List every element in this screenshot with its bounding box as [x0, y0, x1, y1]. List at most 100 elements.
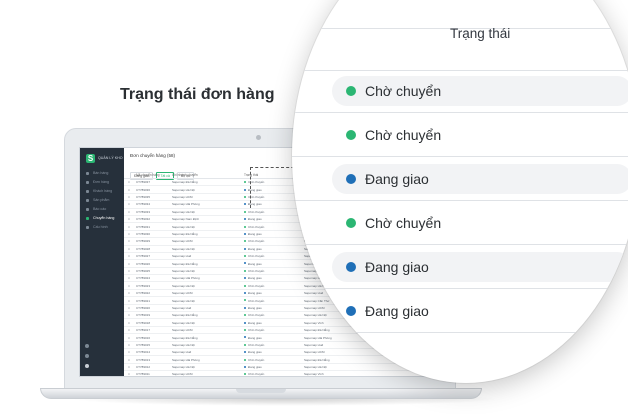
status-dot-icon: [244, 188, 246, 191]
row-code: CT789021: [136, 298, 151, 303]
row-status: Đang giao: [248, 335, 262, 340]
row-checkbox[interactable]: □: [128, 210, 130, 214]
row-checkbox[interactable]: □: [128, 232, 130, 236]
avatar[interactable]: [85, 364, 89, 368]
row-checkbox[interactable]: □: [128, 321, 130, 325]
lens-divider: [292, 112, 628, 113]
lens-divider: [292, 200, 628, 201]
lens-status-row[interactable]: Chờ chuyển: [332, 76, 628, 106]
row-checkbox[interactable]: □: [128, 225, 130, 229]
sidebar-item[interactable]: Đơn hàng: [84, 179, 122, 186]
status-dot-icon: [346, 86, 356, 96]
sidebar-item[interactable]: Sản phẩm: [84, 197, 122, 204]
row-from: Sapomap Nam Định: [172, 217, 200, 222]
status-label: Chờ chuyển: [365, 215, 442, 231]
headline: Trạng thái đơn hàng: [120, 86, 275, 103]
row-from: Sapomap HCM: [172, 372, 193, 377]
row-from: Sapomap HCM: [172, 328, 193, 333]
sidebar-item[interactable]: Bán hàng: [84, 170, 122, 177]
row-code: CT789023: [136, 283, 151, 288]
row-from: Sapomap HCM: [172, 195, 193, 200]
lens-status-row[interactable]: Chờ chuyển: [332, 208, 628, 238]
row-code: CT789020: [136, 305, 151, 310]
sidebar-item-label: Chuyển hàng: [93, 216, 115, 220]
lens-divider: [292, 156, 628, 157]
status-dot-icon: [244, 284, 246, 287]
row-code: CT789015: [136, 342, 151, 347]
row-checkbox[interactable]: □: [128, 328, 130, 332]
row-checkbox[interactable]: □: [128, 284, 130, 288]
help-icon[interactable]: [85, 354, 89, 358]
lens-status-row[interactable]: Chờ chuyển: [332, 120, 628, 150]
row-status: Đang giao: [248, 276, 262, 281]
promo-stage: Trạng thái đơn hàng S QUẢN LÝ KHO Bán hà…: [0, 0, 628, 414]
sidebar-item[interactable]: Cấu hình: [84, 224, 122, 231]
lens-status-header[interactable]: Trạng thái: [450, 26, 510, 41]
row-checkbox[interactable]: □: [128, 313, 130, 317]
status-dot-icon: [244, 358, 246, 361]
row-status: Đang giao: [248, 246, 262, 251]
sidebar-item[interactable]: Báo cáo: [84, 206, 122, 213]
row-checkbox[interactable]: □: [128, 217, 130, 221]
row-checkbox[interactable]: □: [128, 336, 130, 340]
settings-icon[interactable]: [85, 344, 89, 348]
sidebar-item[interactable]: Chuyển hàng: [84, 215, 122, 222]
lens-status-row[interactable]: Đang giao: [332, 296, 628, 326]
row-checkbox[interactable]: □: [128, 269, 130, 273]
row-status: Chờ chuyển: [248, 342, 265, 347]
status-dot-icon: [244, 351, 246, 354]
row-checkbox[interactable]: □: [128, 358, 130, 362]
col-code[interactable]: Mã chuyển hàng: [136, 173, 160, 177]
row-code: CT789026: [136, 261, 151, 266]
status-dot-icon: [244, 247, 246, 250]
lens-divider: [292, 288, 628, 289]
row-code: CT789016: [136, 335, 151, 340]
status-dot-icon: [244, 240, 246, 243]
sidebar-item-label: Cấu hình: [93, 225, 108, 229]
sidebar-item-icon: [86, 190, 89, 193]
status-label: Chờ chuyển: [365, 83, 442, 99]
lens-status-row[interactable]: Đang giao: [332, 164, 628, 194]
row-checkbox[interactable]: □: [128, 195, 130, 199]
status-label: Chờ chuyển: [365, 127, 442, 143]
status-dot-icon: [244, 336, 246, 339]
row-checkbox[interactable]: □: [128, 262, 130, 266]
row-from: Sapomap Hà Nội: [172, 209, 195, 214]
row-status: Đang giao: [248, 261, 262, 266]
row-checkbox[interactable]: □: [128, 254, 130, 258]
sidebar-item-icon: [86, 226, 89, 229]
col-from[interactable]: Chi nhánh chuyển: [172, 173, 198, 177]
row-checkbox[interactable]: □: [128, 372, 130, 376]
status-dot-icon: [346, 306, 356, 316]
sidebar-item-icon: [86, 199, 89, 202]
row-checkbox[interactable]: □: [128, 202, 130, 206]
row-checkbox[interactable]: □: [128, 299, 130, 303]
row-checkbox[interactable]: □: [128, 188, 130, 192]
row-code: CT789013: [136, 357, 151, 362]
row-checkbox[interactable]: □: [128, 350, 130, 354]
row-code: CT789024: [136, 276, 151, 281]
status-dot-icon: [244, 314, 246, 317]
row-checkbox[interactable]: □: [128, 247, 130, 251]
row-checkbox[interactable]: □: [128, 365, 130, 369]
row-checkbox[interactable]: □: [128, 291, 130, 295]
sidebar-item[interactable]: Khách hàng: [84, 188, 122, 195]
row-checkbox[interactable]: □: [128, 306, 130, 310]
row-checkbox[interactable]: □: [128, 343, 130, 347]
row-from: Sapomap Hải Phòng: [172, 276, 200, 281]
status-label: Đang giao: [365, 259, 429, 275]
row-from: Sapomap Đà Nẵng: [172, 232, 198, 237]
row-checkbox[interactable]: □: [128, 276, 130, 280]
status-dot-icon: [244, 292, 246, 295]
status-dot-icon: [244, 262, 246, 265]
sidebar-item-icon: [86, 217, 89, 220]
row-status: Chờ chuyển: [248, 283, 265, 288]
row-checkbox[interactable]: □: [128, 239, 130, 243]
lens-header: Trạng thái: [292, 14, 628, 58]
row-checkbox[interactable]: □: [128, 180, 130, 184]
row-from: Sapomap Hà Nội: [172, 298, 195, 303]
status-dot-icon: [244, 277, 246, 280]
status-dot-icon: [244, 210, 246, 213]
status-dot-icon: [244, 329, 246, 331]
lens-status-row[interactable]: Đang giao: [332, 252, 628, 282]
